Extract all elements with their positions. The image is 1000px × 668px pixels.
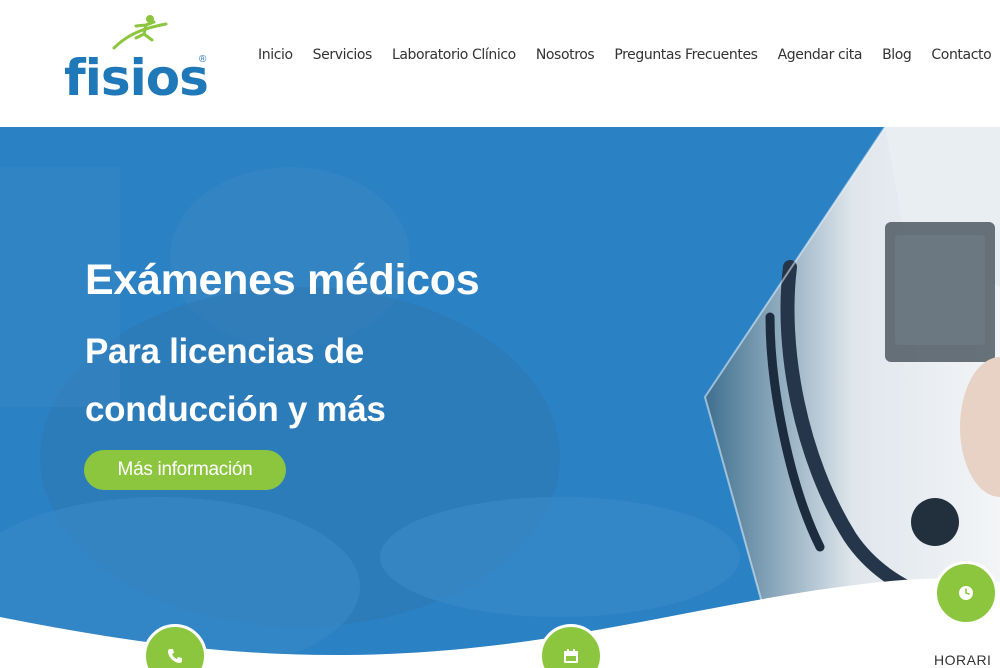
nav-item-preguntas-frecuentes[interactable]: Preguntas Frecuentes	[604, 44, 767, 66]
schedule-label: HORARI	[934, 652, 992, 668]
phone-icon	[168, 649, 182, 663]
more-info-button[interactable]: Más información	[84, 450, 286, 490]
nav-item-servicios[interactable]: Servicios	[303, 44, 382, 66]
nav-item-laboratorio-clinico[interactable]: Laboratorio Clínico	[382, 44, 526, 66]
nav-item-nosotros[interactable]: Nosotros	[526, 44, 605, 66]
hero-title: Exámenes médicos	[85, 256, 480, 304]
clock-button[interactable]	[934, 561, 998, 625]
nav-item-blog[interactable]: Blog	[872, 44, 921, 66]
site-header: fisios ® Inicio Servicios Laboratorio Cl…	[0, 0, 1000, 127]
nav-item-agendar-cita[interactable]: Agendar cita	[768, 44, 872, 66]
logo-wordmark: fisios	[64, 49, 209, 107]
clock-icon	[959, 586, 973, 600]
main-nav: Inicio Servicios Laboratorio Clínico Nos…	[256, 44, 1000, 66]
nav-item-contacto[interactable]: Contacto	[921, 44, 1000, 66]
nav-item-inicio[interactable]: Inicio	[256, 44, 303, 66]
registered-mark: ®	[199, 54, 207, 65]
calendar-icon	[564, 649, 578, 663]
fisios-logo[interactable]: fisios ®	[64, 14, 214, 107]
hero-slider: Exámenes médicos Para licencias de condu…	[0, 127, 1000, 668]
hero-subtitle: Para licencias de conducción y más	[85, 332, 386, 429]
